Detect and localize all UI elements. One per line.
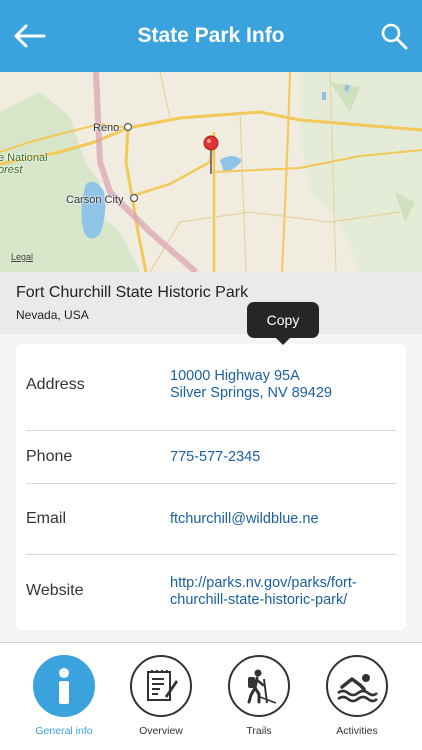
website-row[interactable]: Website http://parks.nv.gov/parks/fort- … — [16, 555, 406, 630]
tab-label: Activities — [336, 725, 378, 737]
swimmer-icon — [326, 655, 388, 717]
park-region: Nevada, USA — [16, 308, 89, 322]
address-line-1[interactable]: 10000 Highway 95A — [170, 368, 300, 385]
tab-general-info[interactable]: General info — [29, 655, 99, 737]
info-card: Address 10000 Highway 95A Silver Springs… — [16, 344, 406, 630]
park-name: Fort Churchill State Historic Park — [16, 284, 249, 301]
tab-activities[interactable]: Activities — [322, 655, 392, 737]
info-icon — [33, 655, 95, 717]
search-icon[interactable] — [378, 20, 410, 52]
map-label-forest: e National — [0, 152, 48, 164]
map-view[interactable]: Reno Carson City e National orest Legal — [0, 72, 422, 272]
tab-overview[interactable]: Overview — [126, 655, 196, 737]
email-label: Email — [26, 510, 67, 527]
copy-tooltip[interactable]: Copy — [247, 302, 319, 345]
website-label: Website — [26, 582, 84, 599]
phone-row[interactable]: Phone 775-577-2345 — [16, 431, 406, 483]
phone-value[interactable]: 775-577-2345 — [170, 449, 260, 466]
phone-label: Phone — [26, 448, 73, 465]
map-label-carson-city: Carson City — [66, 194, 124, 206]
app-bar: State Park Info — [0, 0, 422, 72]
map-pin-icon[interactable] — [202, 134, 220, 176]
map-label-reno: Reno — [93, 122, 120, 134]
website-line-1[interactable]: http://parks.nv.gov/parks/fort- — [170, 575, 357, 592]
map-legal-link[interactable]: Legal — [11, 252, 33, 262]
tab-label: Trails — [246, 725, 272, 737]
email-row[interactable]: Email ftchurchill@wildblue.ne — [16, 484, 406, 554]
page-title: State Park Info — [137, 24, 285, 47]
overview-icon — [130, 655, 192, 717]
address-line-2[interactable]: Silver Springs, NV 89429 — [170, 385, 332, 402]
email-value[interactable]: ftchurchill@wildblue.ne — [170, 511, 319, 528]
tab-label: General info — [35, 725, 93, 737]
map-label-forest-2: orest — [0, 164, 23, 176]
hiker-icon — [228, 655, 290, 717]
address-label: Address — [26, 376, 85, 393]
address-row[interactable]: Address 10000 Highway 95A Silver Springs… — [16, 344, 406, 430]
tab-trails[interactable]: Trails — [224, 655, 294, 737]
tab-label: Overview — [139, 725, 183, 737]
bottom-tab-bar: General info Overview Trails Activities — [0, 642, 422, 750]
park-header: Fort Churchill State Historic Park Nevad… — [0, 272, 422, 334]
website-line-2[interactable]: churchill-state-historic-park/ — [170, 592, 347, 609]
